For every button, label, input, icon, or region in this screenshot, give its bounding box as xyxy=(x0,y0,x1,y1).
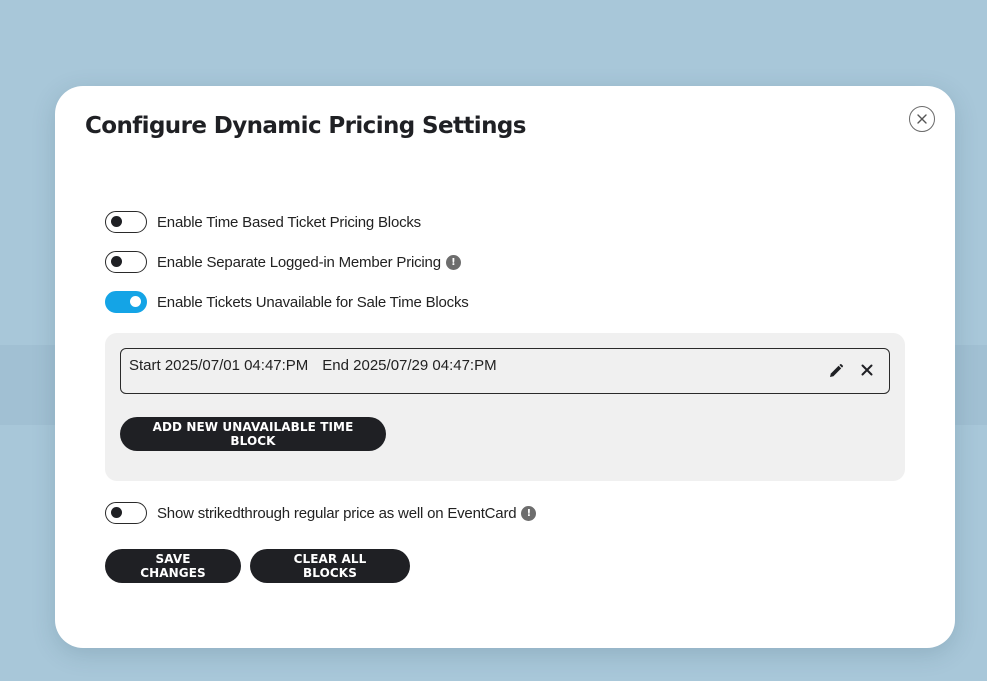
info-icon[interactable]: ! xyxy=(521,505,537,521)
save-changes-button[interactable]: SAVE CHANGES xyxy=(105,549,241,583)
toggle-row-member-pricing: Enable Separate Logged-in Member Pricing… xyxy=(105,251,461,273)
time-block-row: Start 2025/07/01 04:47:PM End 2025/07/29 … xyxy=(120,348,890,394)
toggle-knob xyxy=(111,256,122,267)
member-pricing-label: Enable Separate Logged-in Member Pricing xyxy=(157,253,441,271)
close-icon xyxy=(917,114,927,124)
unavailable-blocks-label: Enable Tickets Unavailable for Sale Time… xyxy=(157,293,469,311)
close-button[interactable] xyxy=(909,106,935,132)
toggle-knob xyxy=(111,507,122,518)
time-based-pricing-label: Enable Time Based Ticket Pricing Blocks xyxy=(157,213,421,231)
toggle-row-time-based-pricing: Enable Time Based Ticket Pricing Blocks xyxy=(105,211,421,233)
toggle-knob xyxy=(130,296,141,307)
time-block-end: End 2025/07/29 04:47:PM xyxy=(322,357,497,374)
add-unavailable-block-button[interactable]: ADD NEW UNAVAILABLE TIME BLOCK xyxy=(120,417,386,451)
time-block-start: Start 2025/07/01 04:47:PM xyxy=(129,357,309,374)
toggle-knob xyxy=(111,216,122,227)
toggle-row-strikethrough: Show strikedthrough regular price as wel… xyxy=(105,502,537,524)
info-icon[interactable]: ! xyxy=(445,254,461,270)
member-pricing-toggle[interactable] xyxy=(105,251,147,273)
time-block-range: Start 2025/07/01 04:47:PM End 2025/07/29 … xyxy=(129,357,511,374)
strikethrough-price-toggle[interactable] xyxy=(105,502,147,524)
pencil-icon[interactable] xyxy=(828,363,844,379)
unavailable-blocks-panel: Start 2025/07/01 04:47:PM End 2025/07/29 … xyxy=(105,333,905,481)
toggle-row-unavailable-blocks: Enable Tickets Unavailable for Sale Time… xyxy=(105,291,469,313)
unavailable-blocks-toggle[interactable] xyxy=(105,291,147,313)
remove-icon[interactable] xyxy=(861,364,873,376)
time-based-pricing-toggle[interactable] xyxy=(105,211,147,233)
strikethrough-price-label: Show strikedthrough regular price as wel… xyxy=(157,504,517,522)
clear-all-blocks-button[interactable]: CLEAR ALL BLOCKS xyxy=(250,549,410,583)
modal-title: Configure Dynamic Pricing Settings xyxy=(85,113,526,139)
dynamic-pricing-modal: Configure Dynamic Pricing Settings Enabl… xyxy=(55,86,955,648)
